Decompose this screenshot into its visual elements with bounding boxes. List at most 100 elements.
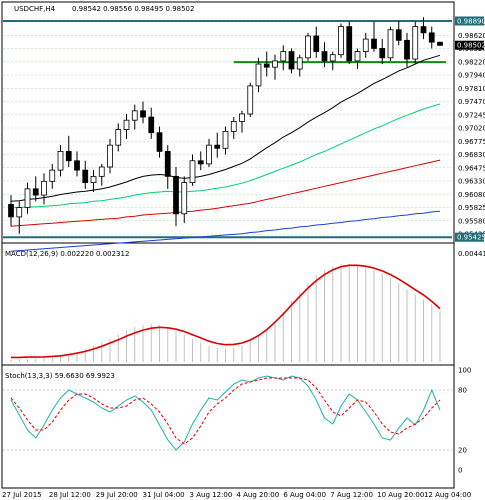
candle-body bbox=[379, 48, 386, 59]
candle-body bbox=[214, 144, 221, 149]
current-price-tag: 0.98502 bbox=[457, 42, 485, 50]
time-label: 10 Aug 20:00 bbox=[377, 491, 424, 499]
stoch-level-label: 80 bbox=[458, 387, 467, 395]
candle-body bbox=[230, 121, 237, 132]
candle-body bbox=[90, 175, 97, 183]
candle-body bbox=[437, 41, 443, 46]
price-tick-label: 0.98220 bbox=[458, 58, 485, 66]
price-tick-label: 0.97810 bbox=[458, 85, 485, 93]
time-label: 28 Jul 12:00 bbox=[49, 491, 91, 499]
time-axis: 27 Jul 2015 28 Jul 12:00 29 Jul 20:00 31 Ju… bbox=[2, 491, 471, 499]
candle-body bbox=[371, 38, 377, 49]
candle-body bbox=[387, 29, 394, 59]
candle-body bbox=[428, 32, 435, 43]
support-price-tag: 0.95425 bbox=[457, 234, 485, 242]
candle-body bbox=[49, 169, 56, 182]
candle-body bbox=[247, 85, 254, 115]
macd-label: MACD(12,26,9) 0.002220 0.002312 bbox=[5, 250, 129, 258]
time-label: 6 Aug 04:00 bbox=[283, 491, 326, 499]
chart-window: USDCHF,H4 0.98542 0.98556 0.98495 0.9850… bbox=[0, 0, 485, 500]
price-tick-label: 0.96330 bbox=[458, 178, 485, 186]
price-tick-label: 0.96830 bbox=[458, 151, 485, 159]
candle-body bbox=[156, 132, 163, 152]
price-tick-label: 0.97470 bbox=[458, 98, 485, 106]
candle-body bbox=[263, 63, 270, 68]
stoch-axis: 100 80 20 0 bbox=[458, 367, 471, 475]
time-label: 29 Jul 20:00 bbox=[96, 491, 138, 499]
time-label: 12 Aug 04:00 bbox=[424, 491, 471, 499]
candle-body bbox=[313, 35, 320, 52]
candle-body bbox=[181, 182, 188, 215]
price-tick-label: 0.96080 bbox=[458, 191, 485, 199]
stoch-level-label: 0 bbox=[458, 467, 462, 475]
candle-body bbox=[107, 144, 113, 168]
resistance-price-tag: 0.98890 bbox=[457, 17, 485, 25]
candle-body bbox=[395, 29, 402, 41]
price-tick-label: 0.96475 bbox=[458, 164, 485, 172]
candle-body bbox=[338, 26, 344, 56]
candle-body bbox=[354, 51, 361, 62]
candle-body bbox=[41, 180, 47, 196]
stoch-main-line bbox=[10, 375, 441, 451]
symbol-label: USDCHF,H4 bbox=[14, 5, 56, 13]
candle-body bbox=[24, 188, 31, 208]
time-label: 27 Jul 2015 bbox=[2, 491, 42, 499]
candle-body bbox=[65, 150, 72, 162]
price-tick-label: 0.97940 bbox=[458, 72, 485, 80]
candle-body bbox=[206, 144, 212, 165]
candle-body bbox=[8, 204, 14, 218]
candle-body bbox=[222, 131, 229, 149]
time-label: 7 Aug 12:00 bbox=[330, 491, 373, 499]
price-tick-label: 0.96775 bbox=[458, 138, 485, 146]
price-tick-label: 0.97245 bbox=[458, 111, 485, 119]
stoch-label: Stoch(13,3,3) 59.6630 69.9923 bbox=[5, 372, 115, 380]
candle-body bbox=[16, 207, 23, 218]
candle-body bbox=[321, 51, 328, 62]
candle-body bbox=[305, 35, 311, 59]
ohlc-values: 0.98542 0.98556 0.98495 0.98502 bbox=[72, 5, 194, 13]
candle-body bbox=[329, 54, 336, 62]
candle-body bbox=[296, 57, 303, 70]
chart-canvas: USDCHF,H4 0.98542 0.98556 0.98495 0.9850… bbox=[1, 1, 485, 499]
candle-body bbox=[164, 150, 171, 177]
candle-body bbox=[74, 160, 80, 171]
macd-signal-line bbox=[11, 264, 441, 359]
price-tick-label: 0.95825 bbox=[458, 204, 485, 212]
time-label: 4 Aug 20:00 bbox=[236, 491, 279, 499]
price-tick-label: 0.95580 bbox=[458, 217, 485, 225]
stochastic-indicator bbox=[10, 375, 441, 451]
candle-body bbox=[140, 110, 146, 118]
candle-body bbox=[189, 160, 196, 183]
candle-body bbox=[148, 116, 155, 134]
candle-body bbox=[255, 63, 262, 87]
grid bbox=[3, 21, 452, 451]
candles bbox=[8, 17, 443, 234]
candle-body bbox=[173, 175, 179, 215]
candle-body bbox=[123, 119, 130, 130]
candle-body bbox=[404, 39, 410, 60]
candle-body bbox=[57, 150, 64, 171]
stoch-level-label: 100 bbox=[458, 367, 471, 375]
candle-body bbox=[280, 51, 287, 62]
candle-body bbox=[346, 26, 353, 62]
stoch-level-label: 20 bbox=[458, 447, 467, 455]
candle-body bbox=[98, 166, 105, 177]
candle-body bbox=[420, 26, 427, 34]
candle-body bbox=[197, 160, 204, 165]
candle-body bbox=[272, 60, 278, 68]
macd-indicator bbox=[10, 263, 441, 362]
candle-body bbox=[239, 113, 245, 122]
stoch-signal-line bbox=[10, 377, 441, 445]
candle-body bbox=[412, 26, 419, 60]
candle-body bbox=[362, 38, 369, 52]
candle-body bbox=[131, 110, 138, 121]
macd-top-value: 0.00441 bbox=[458, 250, 485, 258]
candle-body bbox=[288, 51, 295, 70]
time-label: 3 Aug 12:00 bbox=[190, 491, 233, 499]
candle-body bbox=[115, 129, 122, 146]
moving-average-line bbox=[10, 210, 441, 252]
time-label: 31 Jul 04:00 bbox=[143, 491, 185, 499]
candle-body bbox=[32, 188, 39, 196]
price-tick-label: 0.98620 bbox=[458, 32, 485, 40]
candle-body bbox=[82, 169, 89, 183]
